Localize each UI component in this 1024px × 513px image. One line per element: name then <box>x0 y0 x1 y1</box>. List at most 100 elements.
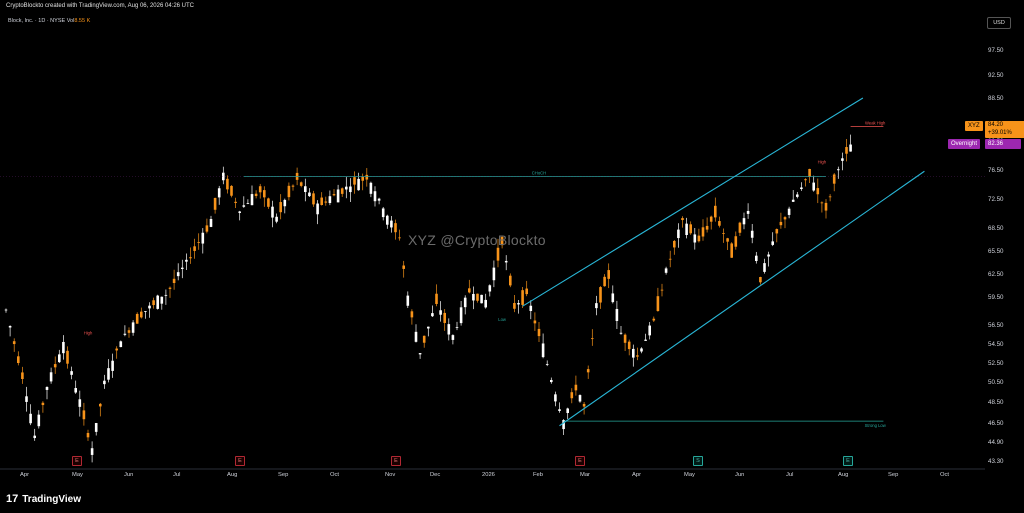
candle-body <box>181 267 184 269</box>
candle-body <box>291 185 295 187</box>
time-tick-label: Mar <box>580 472 590 478</box>
time-tick-label: Oct <box>940 472 950 478</box>
candle-body <box>435 293 438 304</box>
candle-body <box>443 312 446 323</box>
price-tick-label: 46.50 <box>988 420 1004 427</box>
candle-body <box>402 265 405 269</box>
time-tick-label: Dec <box>430 472 441 478</box>
candle-body <box>656 296 660 311</box>
candle-body <box>189 257 192 259</box>
time-tick-label: Apr <box>20 472 30 478</box>
earnings-event-icon[interactable]: E <box>575 456 585 466</box>
tradingview-footer[interactable]: 17 TradingView <box>6 492 81 506</box>
candle-body <box>603 276 606 287</box>
candle-body <box>812 182 815 191</box>
price-tick-label: 76.50 <box>988 167 1004 174</box>
price-tick-label: 97.50 <box>988 47 1004 54</box>
price-tick-label: 65.50 <box>988 248 1004 255</box>
candle-body <box>328 196 332 204</box>
candle-body <box>804 179 807 181</box>
earnings-event-icon[interactable]: E <box>72 456 82 466</box>
earnings-event-icon[interactable]: S <box>693 456 703 466</box>
candle-body <box>70 371 73 375</box>
candle-body <box>135 313 139 324</box>
candle-body <box>390 220 393 228</box>
candle-body <box>463 297 467 308</box>
candle-body <box>820 202 824 204</box>
candle-body <box>472 293 475 301</box>
candle-body <box>681 218 684 221</box>
candle-body <box>578 395 582 402</box>
candle-body <box>78 399 82 407</box>
earnings-event-icon[interactable]: E <box>391 456 401 466</box>
candle-body <box>308 192 311 197</box>
candle-body <box>168 287 172 289</box>
candle-body <box>176 272 180 277</box>
candle-body <box>750 230 754 238</box>
time-tick-label: Sep <box>278 472 289 478</box>
candle-body <box>488 285 492 292</box>
candle-body <box>279 202 282 213</box>
candle-body <box>185 259 188 262</box>
candle-body <box>558 409 561 411</box>
candle-body <box>533 320 537 324</box>
candle-body <box>451 335 455 340</box>
candle-body <box>316 203 319 215</box>
candle-body <box>45 387 49 390</box>
time-tick-label: Jun <box>735 472 745 478</box>
earnings-event-icon[interactable]: E <box>235 456 245 466</box>
candle-body <box>287 185 291 198</box>
candle-body <box>37 414 41 427</box>
candle-body <box>808 168 811 177</box>
candle-body <box>160 296 164 304</box>
candle-body <box>320 197 323 206</box>
price-tick-label: 92.50 <box>988 72 1004 79</box>
candle-body <box>615 308 619 321</box>
candle-body <box>640 348 643 352</box>
weak-high-label: Weak High <box>865 121 886 126</box>
candle-body <box>238 211 241 213</box>
price-tick-label: 44.90 <box>988 439 1004 446</box>
candle-body <box>742 218 746 225</box>
candle-body <box>422 335 426 343</box>
candle-body <box>386 215 389 225</box>
candle-body <box>509 275 512 286</box>
candle-body <box>828 196 832 198</box>
candle-body <box>82 410 86 420</box>
candle-body <box>209 218 213 227</box>
candle-body <box>636 355 639 357</box>
candle-body <box>156 295 159 309</box>
candle-body <box>17 356 20 364</box>
candle-body <box>8 325 12 328</box>
candle-body <box>623 334 627 343</box>
candle-body <box>263 190 266 198</box>
candle-body <box>234 201 237 203</box>
candle-body <box>66 350 69 364</box>
candle-body <box>574 384 578 391</box>
candle-body <box>517 303 520 305</box>
candle-body <box>476 293 479 301</box>
candle-body <box>521 290 524 305</box>
candle-body <box>213 197 217 210</box>
overnight-price-flag: 82.36 <box>985 139 1021 149</box>
candle-body <box>172 278 176 283</box>
candle-body <box>41 402 45 406</box>
candle-body <box>275 216 278 222</box>
candle-body <box>29 413 32 424</box>
candle-body <box>619 332 623 334</box>
candle-body <box>841 158 844 161</box>
candle-body <box>283 199 287 207</box>
price-tick-label: 48.50 <box>988 399 1004 406</box>
time-tick-label: Jul <box>173 472 181 478</box>
candle-body <box>627 341 631 350</box>
candle-body <box>369 182 373 194</box>
price-scale[interactable]: 97.5092.5088.5080.5076.5072.5068.5065.50… <box>985 10 1024 480</box>
candle-body <box>299 182 303 186</box>
candle-body <box>336 189 340 203</box>
candle-body <box>726 238 729 242</box>
earnings-event-icon[interactable]: E <box>843 456 853 466</box>
candle-body <box>197 242 200 243</box>
candle-body <box>230 185 233 196</box>
price-tick-label: 52.50 <box>988 360 1004 367</box>
candle-body <box>550 379 553 383</box>
